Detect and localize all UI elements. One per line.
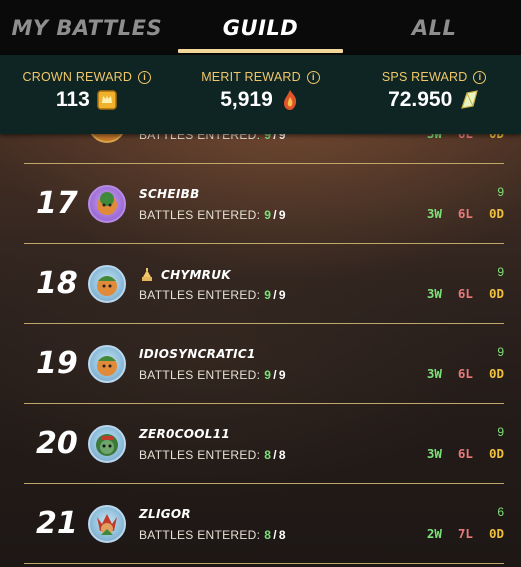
avatar[interactable] <box>88 185 126 223</box>
tab-my-battles[interactable]: MY BATTLES <box>0 0 174 55</box>
sps-reward-value: 72.950 <box>388 88 453 111</box>
sps-crystal-icon <box>461 90 479 109</box>
table-row[interactable]: 19 IDIOSYNCRATIC1 BATTLES ENTERED: 9/9 9 … <box>24 324 504 404</box>
crown-coin-icon <box>97 90 117 110</box>
battle-filter-tabs: MY BATTLES GUILD ALL <box>0 0 521 55</box>
player-name[interactable]: SCHEIBB <box>139 187 200 201</box>
sps-reward-label: SPS REWARD <box>381 70 468 84</box>
guild-rank-icon <box>142 268 152 281</box>
player-score: 6 <box>497 505 504 519</box>
rewards-header: CROWN REWARD i 113 MERIT REWARD i 5,919 … <box>0 55 521 134</box>
win-loss-draw: 3W 6L 0D <box>426 206 504 221</box>
table-row[interactable]: 21 ZLIGOR BATTLES ENTERED: 8/8 6 2W 7L 0D <box>24 484 504 564</box>
battles-entered: BATTLES ENTERED: 9/9 <box>139 208 286 222</box>
win-loss-draw: 3W 6L 0D <box>426 446 504 461</box>
sps-reward: SPS REWARD i 72.950 <box>347 55 521 134</box>
tab-guild[interactable]: GUILD <box>174 0 348 55</box>
player-name[interactable]: ZLIGOR <box>139 507 191 521</box>
battles-entered: BATTLES ENTERED: 9/9 <box>139 368 286 382</box>
player-rank: 18 <box>36 266 78 301</box>
battles-entered: BATTLES ENTERED: 8/8 <box>139 528 286 542</box>
table-row[interactable]: 18 CHYMRUK BATTLES ENTERED: 9/9 9 3W 6L 0… <box>24 244 504 324</box>
crown-reward-label: CROWN REWARD <box>22 70 133 84</box>
crown-reward-value: 113 <box>55 88 90 111</box>
avatar[interactable] <box>88 425 126 463</box>
win-loss-draw: 3W 6L 0D <box>426 286 504 301</box>
crown-reward: CROWN REWARD i 113 <box>0 55 174 134</box>
tab-all[interactable]: ALL <box>347 0 521 55</box>
info-icon[interactable]: i <box>138 70 152 84</box>
avatar[interactable] <box>88 505 126 543</box>
table-row[interactable]: 17 SCHEIBB BATTLES ENTERED: 9/9 9 3W 6L 0… <box>24 164 504 244</box>
player-score: 9 <box>497 265 504 279</box>
battles-entered: BATTLES ENTERED: 9/9 <box>139 288 286 302</box>
merit-flame-icon <box>283 90 296 110</box>
player-score: 9 <box>497 425 504 439</box>
player-name[interactable]: CHYMRUK <box>161 268 231 282</box>
player-rank: 20 <box>36 426 78 461</box>
table-row[interactable]: 20 ZER0COOL11 BATTLES ENTERED: 8/8 9 3W 6… <box>24 404 504 484</box>
player-score: 9 <box>497 185 504 199</box>
player-rank: 19 <box>36 346 78 381</box>
avatar[interactable] <box>88 345 126 383</box>
win-loss-draw: 3W 6L 0D <box>426 366 504 381</box>
info-icon[interactable]: i <box>306 70 320 84</box>
avatar[interactable] <box>88 265 126 303</box>
info-icon[interactable]: i <box>473 70 487 84</box>
merit-reward-label: MERIT REWARD <box>201 70 301 84</box>
battles-entered: BATTLES ENTERED: 8/8 <box>139 448 286 462</box>
player-name[interactable]: IDIOSYNCRATIC1 <box>139 347 256 361</box>
player-rank: 21 <box>36 506 78 541</box>
player-name[interactable]: ZER0COOL11 <box>139 427 230 441</box>
merit-reward: MERIT REWARD i 5,919 <box>174 55 348 134</box>
win-loss-draw: 2W 7L 0D <box>426 526 504 541</box>
merit-reward-value: 5,919 <box>220 88 273 111</box>
player-score: 9 <box>497 345 504 359</box>
player-rank: 17 <box>36 186 78 221</box>
